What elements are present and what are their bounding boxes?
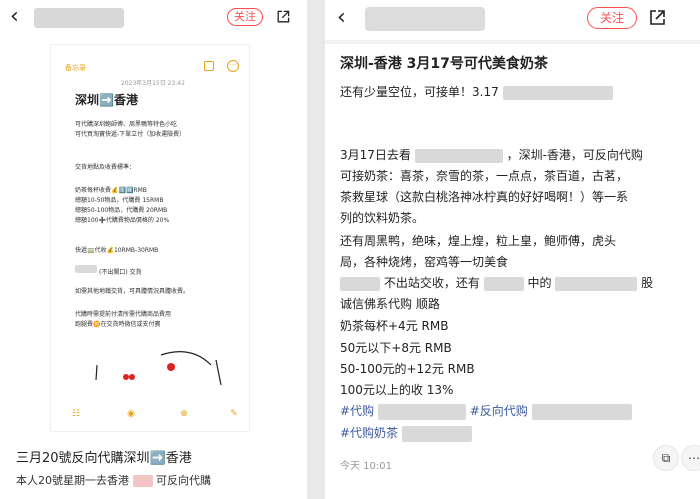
note-line: 快遞🚃代收💰10RMB-30RMB <box>75 247 159 254</box>
excerpt-text: 本人20號星期一去香港 <box>16 474 129 487</box>
back-icon[interactable]: ‹ <box>10 6 19 28</box>
hashtag-link[interactable]: #代购奶茶 <box>340 426 398 440</box>
note-more-icon: ··· <box>227 60 239 72</box>
body-text: 中的 <box>527 276 552 290</box>
hashtag-link[interactable]: #代购 <box>340 404 374 418</box>
note-line: 總額50-100物品，代購費 20RMB <box>75 207 168 214</box>
body-line: 3月17日去看 ，深圳-香港，可反向代购 <box>340 147 643 163</box>
markup-icon: ⊕ <box>180 409 188 419</box>
body-line: 50-100元的+12元 RMB <box>340 362 475 376</box>
body-line: 列的饮料奶茶。 <box>340 211 425 225</box>
hashtag-link[interactable]: #反向代购 <box>470 404 528 418</box>
checklist-icon: ☷ <box>71 409 81 419</box>
body-line: 可接奶茶：喜茶，奈雪的茶，一点点，茶百道，古茗， <box>340 169 629 183</box>
back-icon[interactable]: ‹ <box>337 7 346 29</box>
note-toolbar: ☷ ◉ ⊕ ✎ <box>51 405 251 425</box>
tags-row: #代购 #反向代购 <box>340 403 632 420</box>
body-line: 局，各种烧烤，窑鸡等一切美食 <box>340 255 509 269</box>
note-line: 總額10-50物品，代購費 15RMB <box>75 197 164 204</box>
body-text: 3月17日去看 <box>340 148 411 162</box>
redacted-area <box>377 403 466 420</box>
follow-button[interactable]: 关注 <box>587 7 637 29</box>
excerpt-text: 可反向代購 <box>156 474 211 487</box>
divider <box>325 40 700 44</box>
share-icon[interactable] <box>647 8 667 28</box>
post-timestamp: 今天 10:01 <box>340 461 392 472</box>
body-text: 不出站交收，还有 <box>383 276 480 290</box>
tags-row: #代购奶茶 <box>340 425 472 442</box>
body-line: 还有少量空位，可接单！3.17 <box>340 84 613 100</box>
note-date: 2023年3月15日 23:42 <box>121 80 185 87</box>
left-top-bar: ‹ 关注 <box>0 0 307 36</box>
redacted-area <box>340 276 380 291</box>
note-line: (不出閘口) 交貨 <box>99 269 142 276</box>
camera-icon: ◉ <box>127 409 135 419</box>
note-line: 跑腿費🉑在交貨時微信或支付寶 <box>75 321 161 328</box>
more-icon[interactable]: ⋯ <box>681 445 700 471</box>
body-line: 诚信佛系代购 顺路 <box>340 297 440 311</box>
note-line: 可代買淘寶快遞-下單立付（加收運險費） <box>75 131 186 138</box>
redacted-area <box>483 276 524 291</box>
note-line: 代購時需提前付清所需代購商品費用 <box>75 311 172 318</box>
redacted-area <box>75 265 97 273</box>
note-back-link: 备忘录 <box>65 64 86 72</box>
doodle-sketch <box>95 351 222 386</box>
body-text: 股 <box>641 276 654 290</box>
note-top-bar: 备忘录 ··· <box>51 45 249 73</box>
left-post-panel: ‹ 关注 备忘录 ··· 2023年3月15日 23:42 深圳➡️香港 可代購… <box>0 0 307 499</box>
redacted-area <box>132 475 153 487</box>
body-line: 还有周黑鸭，绝味，煌上煌，粒上皇，鲍师傅，虎头 <box>340 234 617 248</box>
note-line: 奶茶每杯收費💰1️⃣0️⃣RMB <box>75 187 147 194</box>
note-line: 可代購深圳鮑師傅、周黑鴨等特色小吃 <box>75 121 178 128</box>
share-icon[interactable] <box>275 9 291 25</box>
note-line: 總額100➕代購費物品價格的 20% <box>75 217 170 224</box>
redacted-area <box>414 148 503 163</box>
compose-icon: ✎ <box>230 409 238 419</box>
post-title[interactable]: 三月20號反向代購深圳➡️香港 <box>16 447 192 466</box>
note-line: 交貨地點及收費標準： <box>75 164 136 171</box>
note-screenshot-image: 备忘录 ··· 2023年3月15日 23:42 深圳➡️香港 可代購深圳鮑師傅… <box>50 44 250 432</box>
author-avatar-blurred[interactable] <box>365 7 485 31</box>
body-line: 50元以下+8元 RMB <box>340 341 452 355</box>
body-line: 茶救星球（这款白桃洛神冰柠真的好好喝啊！）等一系 <box>340 190 629 204</box>
body-text: ，深圳-香港，可反向代购 <box>506 148 643 162</box>
redacted-area <box>401 425 472 442</box>
copy-icon[interactable]: ⧉ <box>653 445 679 471</box>
post-title: 深圳-香港 3月17号可代美食奶茶 <box>340 56 548 72</box>
redacted-area <box>531 403 632 420</box>
right-post-panel: ‹ 关注 深圳-香港 3月17号可代美食奶茶 还有少量空位，可接单！3.17 3… <box>325 0 700 499</box>
redacted-area <box>555 276 638 291</box>
body-line: 奶茶每杯+4元 RMB <box>340 319 449 333</box>
follow-button[interactable]: 关注 <box>227 8 263 26</box>
note-title: 深圳➡️香港 <box>75 93 138 107</box>
note-share-icon <box>204 61 214 71</box>
body-line: 100元以上的收 13% <box>340 383 454 397</box>
body-text: 还有少量空位，可接单！3.17 <box>340 85 499 99</box>
body-line: 不出站交收，还有 中的 股 <box>340 275 653 291</box>
redacted-area <box>502 85 613 100</box>
note-line: 如需其他地鐵交貨，可具體情況具體收費。 <box>75 288 190 295</box>
author-avatar-blurred[interactable] <box>34 8 124 28</box>
post-excerpt: 本人20號星期一去香港 可反向代購 <box>16 472 211 488</box>
